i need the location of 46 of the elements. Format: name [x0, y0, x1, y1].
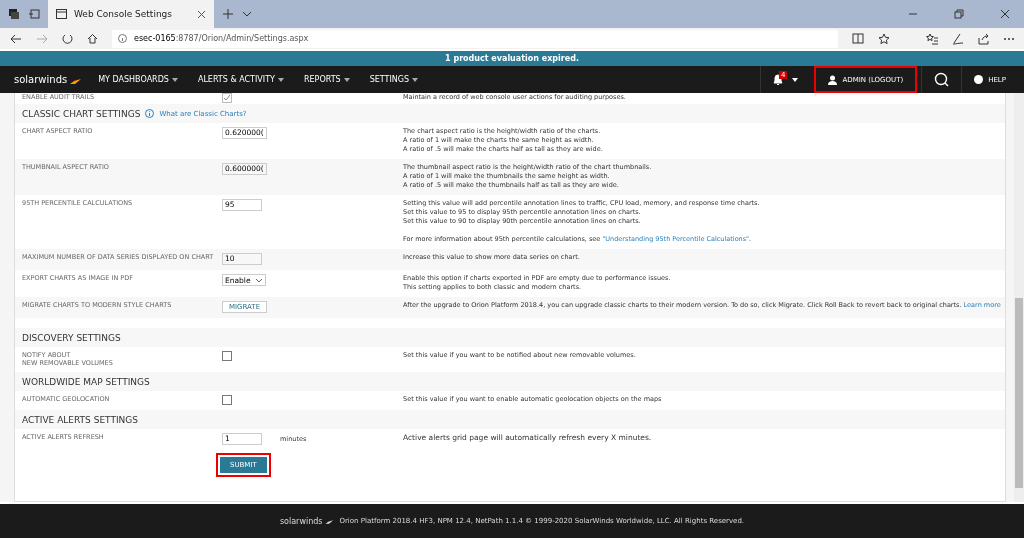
url-text: esec-0165:8787/Orion/Admin/Settings.aspx: [134, 34, 309, 43]
brand-logo[interactable]: solarwinds: [14, 74, 68, 85]
home-icon[interactable]: [87, 33, 98, 44]
tab-title: Web Console Settings: [74, 9, 173, 19]
page-icon: [56, 9, 67, 19]
caret-icon: [412, 77, 418, 82]
restore-icon[interactable]: [954, 9, 964, 19]
reading-view-icon[interactable]: [852, 33, 864, 44]
address-field[interactable]: esec-0165:8787/Orion/Admin/Settings.aspx: [112, 29, 838, 48]
new-tab-icon[interactable]: [222, 8, 234, 20]
nav-menu[interactable]: REPORTS: [303, 75, 350, 84]
caret-icon: [792, 77, 799, 82]
scrollbar[interactable]: [1014, 93, 1024, 502]
section-title: DISCOVERY SETTINGS: [22, 332, 121, 343]
nav-menu[interactable]: SETTINGS: [369, 75, 418, 84]
refresh-icon[interactable]: [62, 33, 73, 44]
section-title: CLASSIC CHART SETTINGS: [22, 108, 141, 119]
search-icon: [934, 72, 950, 87]
footer-logo: solarwinds: [279, 516, 323, 526]
share-icon[interactable]: [978, 32, 990, 45]
close-icon[interactable]: [1000, 9, 1010, 19]
caret-icon: [343, 77, 350, 82]
evaluation-banner: 1 product evaluation expired.: [0, 51, 1024, 66]
nav-menu[interactable]: MY DASHBOARDS: [98, 75, 178, 84]
info-icon[interactable]: [145, 109, 155, 118]
star-icon[interactable]: [878, 32, 890, 45]
section-title: WORLDWIDE MAP SETTINGS: [22, 376, 150, 387]
user-icon: [828, 74, 838, 85]
checkbox[interactable]: [222, 395, 232, 405]
checkbox[interactable]: [222, 351, 232, 361]
caret-icon: [171, 77, 178, 82]
chevron-down-icon: [255, 277, 263, 283]
favorites-icon[interactable]: [926, 32, 938, 45]
pen-icon[interactable]: [952, 32, 964, 45]
tab-actions-icon[interactable]: [8, 8, 20, 20]
section-title: ACTIVE ALERTS SETTINGS: [22, 414, 138, 425]
info-icon: [118, 34, 127, 43]
chevron-down-icon[interactable]: [242, 10, 252, 18]
bell-icon: [773, 73, 783, 86]
caret-icon: [277, 77, 284, 82]
nav-menu[interactable]: ALERTS & ACTIVITY: [197, 75, 284, 84]
checkbox[interactable]: [222, 93, 232, 103]
tab-aside-icon[interactable]: [28, 8, 40, 20]
close-icon[interactable]: [197, 9, 206, 19]
back-icon[interactable]: [10, 33, 22, 44]
browser-tab[interactable]: Web Console Settings: [48, 0, 214, 28]
